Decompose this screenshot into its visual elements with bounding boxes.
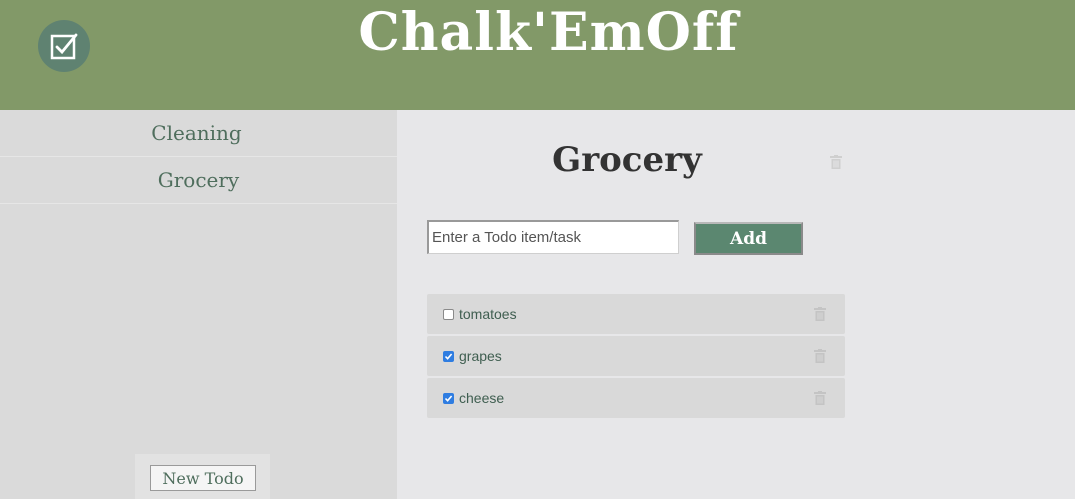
todo-text: cheese bbox=[459, 390, 505, 406]
list-title: Grocery bbox=[552, 140, 702, 180]
todo-checkbox[interactable] bbox=[443, 392, 454, 404]
delete-list-trash-icon[interactable] bbox=[830, 155, 842, 169]
todo-text: grapes bbox=[459, 348, 502, 364]
sidebar-item-cleaning[interactable]: Cleaning bbox=[0, 110, 397, 157]
todo-input[interactable] bbox=[427, 220, 679, 254]
todo-item: cheese bbox=[427, 378, 845, 418]
delete-todo-trash-icon[interactable] bbox=[814, 391, 826, 405]
app-title: Chalk'EmOff bbox=[358, 2, 739, 63]
todo-checkbox[interactable] bbox=[443, 308, 454, 320]
todo-checkbox[interactable] bbox=[443, 350, 454, 362]
delete-todo-trash-icon[interactable] bbox=[814, 349, 826, 363]
todo-list: tomatoes grapes cheese bbox=[427, 294, 845, 420]
new-todo-button[interactable]: New Todo bbox=[150, 465, 256, 491]
todo-text: tomatoes bbox=[459, 306, 517, 322]
todo-item: grapes bbox=[427, 336, 845, 376]
delete-todo-trash-icon[interactable] bbox=[814, 307, 826, 321]
new-todo-container: New Todo bbox=[135, 454, 270, 499]
sidebar-item-grocery[interactable]: Grocery bbox=[0, 157, 397, 204]
add-button[interactable]: Add bbox=[694, 222, 803, 255]
sidebar: Cleaning Grocery New Todo bbox=[0, 110, 397, 499]
todo-item: tomatoes bbox=[427, 294, 845, 334]
app-header: Chalk'EmOff bbox=[0, 0, 1075, 110]
main-panel: Grocery Add tomatoes bbox=[397, 110, 1075, 499]
